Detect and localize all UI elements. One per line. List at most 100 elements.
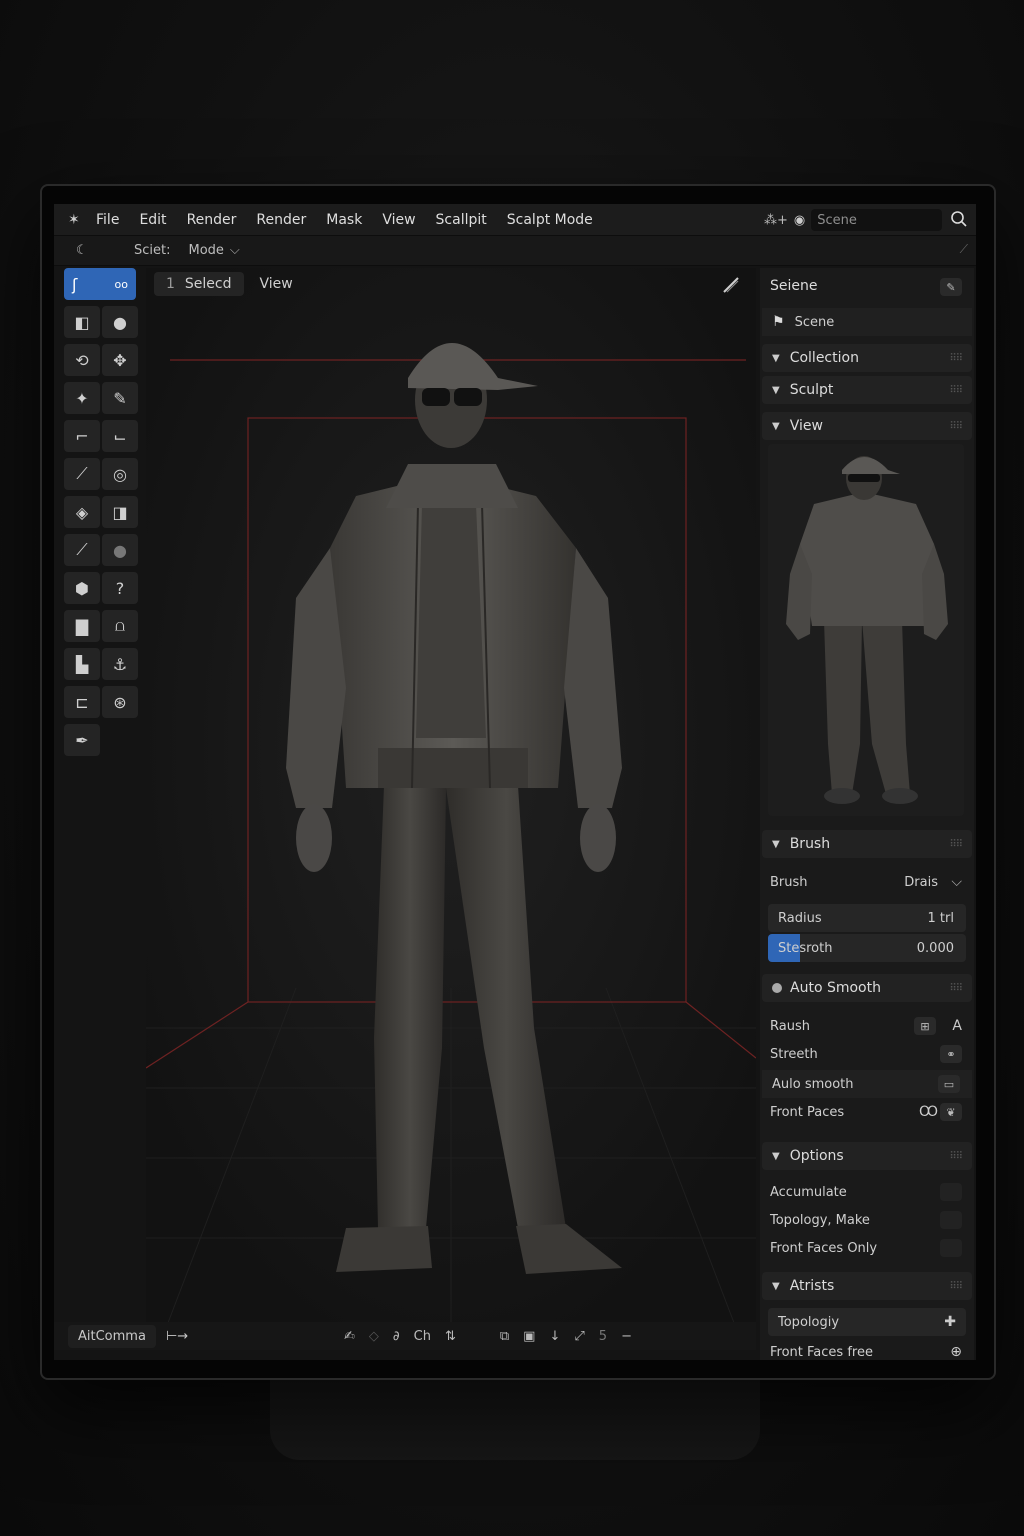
panel-tool[interactable]: ◨ [102,496,138,528]
annotate-pencil-icon[interactable] [720,274,742,296]
moon-icon[interactable]: ☾ [76,243,96,258]
scene-header-icon[interactable]: ✎ [940,278,962,296]
options-header[interactable]: ▼ Options ⠿⠿ [762,1142,972,1170]
diagonal-arrow-icon[interactable]: ⤢ [574,1329,584,1344]
layer-tool[interactable]: ⩍ [102,610,138,642]
auto-smooth-header[interactable]: Auto Smooth ⠿⠿ [762,974,972,1002]
mode-dropdown[interactable]: Mode [189,243,224,258]
raush-label: Raush [770,1018,810,1034]
grip-icon[interactable]: ⠿⠿ [949,839,963,850]
grip-icon[interactable]: ⠿⠿ [949,353,963,364]
scene-field[interactable]: Scene [811,209,942,231]
a-icon[interactable]: A [952,1018,962,1034]
chevron-down-icon[interactable]: ⌵ [230,243,240,258]
rings-icon[interactable]: Ꝏ [919,1104,938,1120]
brush-header[interactable]: ▼ Brush ⠿⠿ [762,830,972,858]
grip-icon[interactable]: ⠿⠿ [949,1281,963,1292]
clay-tool[interactable]: ⬢ [64,572,100,604]
scene-selector[interactable]: ⁂+ ◉ Scene [764,208,942,232]
sphere-tool[interactable]: ● [102,306,138,338]
anchor-tool[interactable]: ⚓ [102,648,138,680]
draw-brush-tool[interactable]: ʃ oo [64,268,136,300]
topologiy-row[interactable]: Topologiy ✚ [768,1308,966,1336]
streeth-row[interactable]: Streeth ⚭ [760,1040,974,1068]
grip-icon[interactable]: ⠿⠿ [949,421,963,432]
menu-view[interactable]: View [382,212,415,228]
scene-item[interactable]: ⚑ Scene [762,308,972,336]
topology-make-row[interactable]: Topology, Make [760,1206,974,1234]
leaf-icon[interactable]: ❦ [940,1103,962,1121]
box-tool[interactable]: ◧ [64,306,100,338]
plus-cross-icon[interactable]: ✚ [944,1314,956,1330]
menu-scallpit[interactable]: Scallpit [436,212,487,228]
diamond-icon[interactable]: ◇ [369,1329,379,1344]
front-faces-free-row[interactable]: Front Faces free ⊕ [760,1338,974,1360]
annotate-pen-tool[interactable]: ✒ [64,724,100,756]
smooth-tool[interactable]: ⟋ [64,534,100,566]
menu-sculpt-mode[interactable]: Scalpt Mode [507,212,593,228]
front-paces-row[interactable]: Front Paces Ꝏ ❦ [760,1098,974,1126]
menu-render[interactable]: Render [187,212,237,228]
target-tool[interactable]: ◎ [102,458,138,490]
layer-icon[interactable]: ▣ [523,1329,535,1344]
corner-resize-icon[interactable]: ⟋ [960,242,968,257]
menu-mask[interactable]: Mask [326,212,362,228]
scene-header[interactable]: Seiene ✎ [760,272,974,300]
streeth-label: Streeth [770,1046,818,1062]
dash-icon[interactable]: − [621,1329,632,1344]
knife-tool[interactable]: ⟋ [64,458,100,490]
mask-tool[interactable]: ◈ [64,496,100,528]
pin-icon[interactable]: ⊞ [914,1017,936,1035]
brush-dropdown[interactable]: Brush Drais ⌵ [760,868,974,896]
help-tool[interactable]: ? [102,572,138,604]
measure-tool[interactable]: ⊏ [64,686,100,718]
link-toggle-icon[interactable]: ⚭ [940,1045,962,1063]
menu-file[interactable]: File [96,212,119,228]
menu-edit[interactable]: Edit [139,212,166,228]
front-faces-only-label: Front Faces Only [770,1240,878,1256]
select-dropdown[interactable]: 1 Selecd [154,272,244,296]
view-header[interactable]: ▼ View ⠿⠿ [762,412,972,440]
checkbox-icon[interactable] [940,1211,962,1229]
command-field[interactable]: AitComma [68,1324,156,1348]
front-faces-only-row[interactable]: Front Faces Only [760,1234,974,1262]
pen-tool-icon[interactable]: ✍ [344,1329,355,1344]
radius-field[interactable]: Radius 1 trl [768,904,966,932]
menu-render-2[interactable]: Render [256,212,306,228]
rotate-tool[interactable]: ⟲ [64,344,100,376]
checkbox-icon[interactable] [940,1183,962,1201]
strength-slider[interactable]: Stesroth 0.000 [768,934,966,962]
checkbox-icon[interactable] [940,1239,962,1257]
sculpt-header[interactable]: ▼ Sculpt ⠿⠿ [762,376,972,404]
toggle-icon[interactable]: ▭ [938,1075,960,1093]
accumulate-row[interactable]: Accumulate [760,1178,974,1206]
pinch-tool[interactable]: ✎ [102,382,138,414]
link-icon[interactable]: ∂ [393,1329,400,1344]
flatten-tool[interactable]: ▙ [64,648,100,680]
copy-icon[interactable]: ⧉ [500,1329,509,1344]
atrists-header[interactable]: ▼ Atrists ⠿⠿ [762,1272,972,1300]
annotate-tool[interactable]: ▇ [64,610,100,642]
raush-row[interactable]: Raush ⊞ A [760,1012,974,1040]
arrow-horizontal-icon[interactable]: ⊢→ [166,1329,188,1344]
3d-viewport[interactable]: 1 Selecd View [146,268,756,1328]
move-tool[interactable]: ✥ [102,344,138,376]
expand-triangle-icon: ▼ [772,838,780,850]
radio-dot-icon[interactable] [772,983,782,993]
transform-icon[interactable]: ⇅ [445,1329,456,1344]
chevron-down-icon[interactable]: ⌵ [951,874,962,890]
grip-icon[interactable]: ⠿⠿ [949,983,963,994]
collection-header[interactable]: ▼ Collection ⠿⠿ [762,344,972,372]
aulo-smooth-row[interactable]: Aulo smooth ▭ [762,1070,972,1098]
down-arrow-icon[interactable]: ↓ [549,1329,560,1344]
sparkle-tool[interactable]: ✦ [64,382,100,414]
snake-hook-tool[interactable]: ⌙ [102,420,138,452]
grip-icon[interactable]: ⠿⠿ [949,385,963,396]
transform-tool[interactable]: ⊛ [102,686,138,718]
fill-tool[interactable]: ● [102,534,138,566]
grip-icon[interactable]: ⠿⠿ [949,1151,963,1162]
globe-icon[interactable]: ⊕ [950,1344,962,1360]
view-menu[interactable]: View [252,272,301,296]
search-icon[interactable] [950,210,968,228]
grab-tool[interactable]: ⌐ [64,420,100,452]
